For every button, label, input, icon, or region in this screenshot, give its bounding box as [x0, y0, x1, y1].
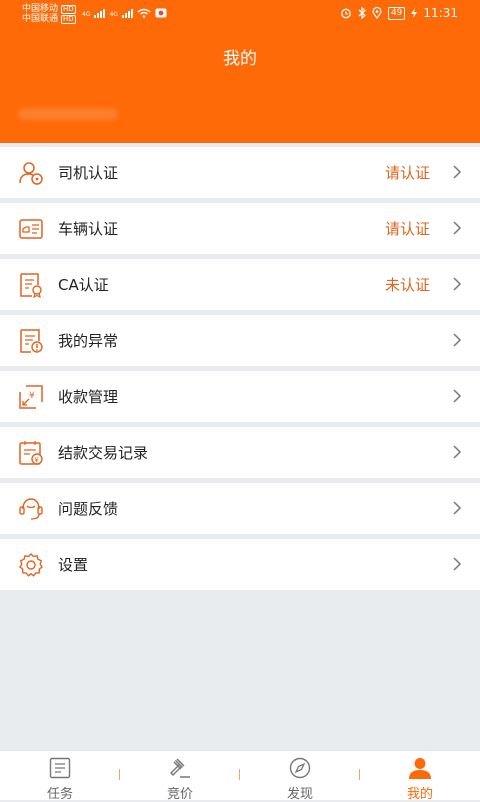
tab-label: 我的 [406, 787, 433, 802]
alarm-icon [341, 8, 351, 19]
chevron-right-icon [453, 333, 462, 347]
menu-label: CA认证 [58, 276, 109, 294]
status-text: 请认证 [384, 164, 430, 182]
menu-label: 收款管理 [58, 388, 119, 406]
tab-task[interactable]: 任务 [0, 751, 120, 802]
tab-label: 任务 [46, 787, 73, 802]
network-type-2: 4G [109, 11, 118, 18]
chevron-right-icon [453, 501, 462, 515]
bluetooth-icon [358, 7, 366, 19]
tab-bidding[interactable]: 竞价 [120, 751, 240, 802]
menu-item-driver-auth[interactable]: 司机认证 请认证 [0, 147, 480, 198]
certificate-icon [20, 273, 42, 298]
task-icon [49, 757, 71, 779]
svg-text:¥: ¥ [34, 456, 39, 464]
chevron-right-icon [453, 221, 462, 235]
tab-label: 竞价 [166, 787, 193, 802]
menu-item-vehicle-auth[interactable]: 车辆认证 请认证 [0, 203, 480, 254]
menu-item-transaction-records[interactable]: ¥ 结款交易记录 [0, 427, 480, 478]
menu-label: 问题反馈 [58, 500, 119, 518]
charging-icon [411, 8, 418, 18]
tab-mine[interactable]: 我的 [360, 751, 480, 802]
tab-label: 发现 [286, 787, 313, 802]
status-bar: 中国移动 HD 中国联通 HD 4G 4G 49 11:31 [0, 0, 480, 28]
chevron-right-icon [453, 445, 462, 459]
menu-item-my-exceptions[interactable]: 我的异常 [0, 315, 480, 366]
menu-label: 设置 [58, 556, 89, 574]
status-text: 未认证 [384, 276, 430, 294]
battery-level: 49 [387, 6, 406, 20]
status-text: 请认证 [384, 220, 430, 238]
network-type-1: 4G [82, 11, 91, 18]
menu-list: 司机认证 请认证 车辆认证 请认证 CA认证 未认证 我的异常 ¥ 收款管理 ¥… [0, 147, 480, 595]
exception-icon [20, 329, 43, 353]
menu-item-feedback[interactable]: 问题反馈 [0, 483, 480, 534]
gear-icon [19, 553, 43, 577]
menu-label: 我的异常 [58, 332, 119, 350]
user-icon [409, 758, 431, 779]
signal-1-icon [94, 9, 106, 18]
hd-badge-2: HD [61, 14, 76, 24]
bottom-tab-bar: 任务 竞价 发现 我的 [0, 750, 480, 802]
chevron-right-icon [453, 165, 462, 179]
menu-item-payment-management[interactable]: ¥ 收款管理 [0, 371, 480, 422]
hd-badge-1: HD [61, 4, 76, 14]
gavel-icon [170, 758, 190, 778]
status-right: 49 11:31 [340, 6, 458, 20]
signal-2-icon [121, 9, 133, 18]
blurred-user-info [18, 108, 118, 120]
wifi-icon [137, 8, 151, 18]
menu-label: 结款交易记录 [58, 444, 149, 462]
chevron-right-icon [453, 277, 462, 291]
signal-indicators: 4G 4G [82, 8, 167, 18]
page-title: 我的 [223, 49, 257, 69]
menu-label: 司机认证 [58, 164, 119, 182]
app-notification-icon [155, 8, 167, 18]
header: 中国移动 HD 中国联通 HD 4G 4G 49 11:31 我的 [0, 0, 480, 143]
vehicle-icon [19, 219, 43, 239]
clock: 11:31 [423, 6, 458, 20]
carrier-info: 中国移动 HD 中国联通 HD [22, 4, 76, 24]
menu-item-ca-auth[interactable]: CA认证 未认证 [0, 259, 480, 310]
transaction-record-icon: ¥ [19, 441, 43, 465]
svg-text:¥: ¥ [29, 391, 35, 401]
carrier-2: 中国联通 [22, 14, 59, 24]
location-icon [372, 7, 382, 19]
menu-item-settings[interactable]: 设置 [0, 539, 480, 590]
payment-icon: ¥ [19, 385, 43, 409]
chevron-right-icon [453, 557, 462, 571]
driver-icon [19, 162, 43, 185]
compass-icon [289, 757, 311, 779]
chevron-right-icon [453, 389, 462, 403]
menu-label: 车辆认证 [58, 220, 119, 238]
carrier-1: 中国移动 [22, 4, 59, 14]
feedback-icon [19, 498, 43, 520]
tab-discover[interactable]: 发现 [240, 751, 360, 802]
